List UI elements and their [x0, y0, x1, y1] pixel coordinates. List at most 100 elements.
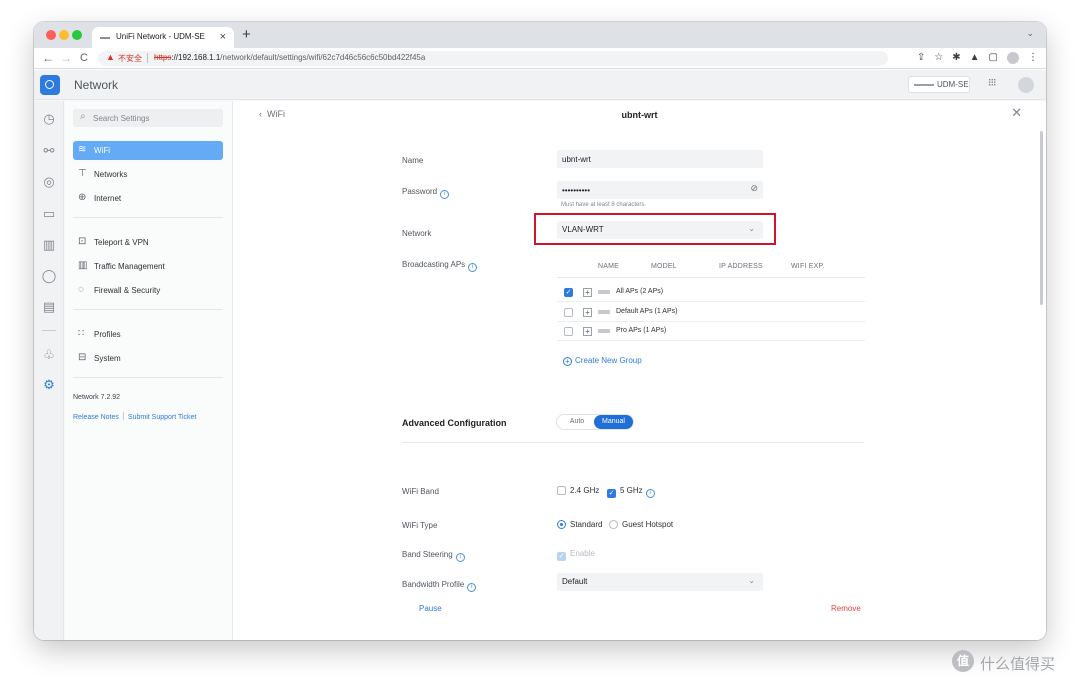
sidebar-item-traffic-management[interactable]: ▥ Traffic Management — [73, 257, 223, 276]
url-text: https://192.168.1.1/network/default/sett… — [154, 53, 425, 62]
support-ticket-link[interactable]: Submit Support Ticket — [128, 414, 196, 421]
table-header: NAME MODEL IP ADDRESS WIFI EXP. — [557, 256, 865, 278]
devices-icon[interactable]: ◎ — [41, 174, 57, 190]
sidebar-divider — [73, 217, 223, 218]
bandwidth-profile-select[interactable]: Default ⌄ — [557, 573, 763, 591]
clients-icon[interactable]: ▭ — [41, 206, 57, 222]
column-header-model[interactable]: MODEL — [651, 263, 677, 270]
logs-icon[interactable]: ▤ — [41, 299, 57, 315]
sidebar-item-label: Internet — [94, 194, 122, 203]
eye-slash-icon[interactable]: ⊘ — [750, 183, 758, 194]
sidebar-item-system[interactable]: ⊟ System — [73, 349, 223, 368]
app-rail: ◷ ⚯ ◎ ▭ ▥ ◯ ▤ ♧ ⚙ — [34, 101, 64, 640]
row-checkbox[interactable]: ✓ — [564, 288, 573, 297]
sidebar-item-networks[interactable]: ⊤ Networks — [73, 165, 223, 184]
table-row: + Default APs (1 APs) — [557, 303, 865, 322]
create-new-group-label: Create New Group — [575, 356, 642, 365]
column-header-wifi-exp[interactable]: WIFI EXP. — [791, 263, 825, 270]
advanced-mode-toggle: Auto Manual — [556, 414, 634, 430]
avatar[interactable] — [1018, 77, 1034, 93]
band-24-checkbox[interactable] — [557, 486, 566, 495]
settings-gear-icon[interactable]: ⚙ — [41, 377, 57, 393]
sidebar-divider — [73, 309, 223, 310]
type-guest-radio[interactable] — [609, 520, 618, 529]
insights-icon[interactable]: ◯ — [41, 268, 57, 284]
info-icon[interactable]: i — [645, 489, 655, 498]
maximize-window-button[interactable] — [72, 30, 82, 40]
wifi-type-label: WiFi Type — [402, 521, 438, 530]
unifi-logo-icon[interactable] — [40, 75, 60, 95]
minimize-window-button[interactable] — [59, 30, 69, 40]
type-guest-option[interactable]: Guest Hotspot — [609, 520, 673, 529]
url-field[interactable]: ▲ 不安全 https://192.168.1.1/network/defaul… — [98, 51, 888, 66]
expand-icon[interactable]: + — [583, 288, 592, 297]
forward-button[interactable]: → — [60, 51, 72, 65]
sidebar-item-firewall-security[interactable]: ◌ Firewall & Security — [73, 281, 223, 300]
sidebar-item-label: Profiles — [94, 330, 121, 339]
sidebar-item-teleport-vpn[interactable]: ⊡ Teleport & VPN — [73, 233, 223, 252]
type-standard-option[interactable]: Standard — [557, 520, 602, 529]
band-steering-checkbox[interactable]: ✓ — [557, 552, 566, 561]
column-header-ip-address[interactable]: IP ADDRESS — [719, 263, 763, 270]
row-checkbox[interactable] — [564, 308, 573, 317]
type-guest-label: Guest Hotspot — [622, 520, 674, 529]
mode-manual-button[interactable]: Manual — [594, 415, 633, 429]
tab-strip: UniFi Network - UDM-SE × + ⌄ — [34, 22, 1046, 48]
share-icon[interactable]: ⇪ — [917, 51, 925, 65]
settings-sidebar: ⌕ ≋ WiFi ⊤ Networks ⊕ Internet ⊡ Telepor… — [65, 101, 233, 640]
sidebar-item-wifi[interactable]: ≋ WiFi — [73, 141, 223, 160]
sidebar-divider — [73, 377, 223, 378]
band-steering-label-text: Band Steering — [402, 550, 453, 559]
band-5-option[interactable]: ✓ 5 GHz i — [607, 486, 655, 498]
close-window-button[interactable] — [46, 30, 56, 40]
dashboard-icon[interactable]: ◷ — [41, 111, 57, 127]
expand-icon[interactable]: + — [583, 308, 592, 317]
password-field[interactable] — [562, 184, 742, 196]
profile-icon[interactable] — [1007, 52, 1019, 64]
reload-button[interactable]: C — [80, 51, 88, 65]
column-header-name[interactable]: NAME — [598, 263, 619, 270]
pause-button[interactable]: Pause — [419, 604, 442, 613]
band-steering-option[interactable]: ✓ Enable — [557, 549, 595, 561]
browser-tab[interactable]: UniFi Network - UDM-SE × — [92, 27, 234, 48]
back-button[interactable]: ← — [42, 51, 54, 65]
name-field[interactable] — [562, 153, 742, 165]
more-menu-icon[interactable]: ⋮ — [1028, 51, 1038, 65]
band-24-option[interactable]: 2.4 GHz — [557, 486, 599, 495]
expand-icon[interactable]: + — [583, 327, 592, 336]
side-panel-icon[interactable]: ▢ — [989, 51, 998, 65]
type-standard-radio[interactable] — [557, 520, 566, 529]
extension-icon[interactable]: ✱ — [952, 51, 960, 65]
scrollbar[interactable] — [1040, 131, 1043, 305]
info-icon[interactable]: i — [440, 190, 450, 199]
device-name: UDM-SE — [937, 80, 969, 89]
close-icon[interactable]: ✕ — [1011, 106, 1022, 120]
info-icon[interactable]: i — [468, 263, 478, 272]
info-icon[interactable]: i — [467, 583, 477, 592]
access-point-icon — [598, 310, 610, 314]
flask-icon[interactable]: ▲ — [970, 51, 980, 65]
new-tab-button[interactable]: + — [242, 26, 251, 44]
bookmark-star-icon[interactable]: ☆ — [934, 51, 943, 65]
device-selector[interactable]: UDM-SE — [908, 76, 970, 93]
tab-search-icon[interactable]: ⌄ — [1026, 28, 1034, 39]
create-new-group-button[interactable]: + Create New Group — [563, 356, 642, 366]
row-checkbox[interactable] — [564, 327, 573, 336]
release-notes-link[interactable]: Release Notes — [73, 414, 119, 421]
info-icon[interactable]: i — [455, 553, 465, 562]
sidebar-item-profiles[interactable]: ∷ Profiles — [73, 325, 223, 344]
band-5-checkbox[interactable]: ✓ — [607, 489, 616, 498]
sidebar-item-label: Firewall & Security — [94, 286, 161, 295]
url-path: /network/default/settings/wifi/62c7d46c5… — [220, 53, 426, 62]
notifications-icon[interactable]: ♧ — [41, 347, 57, 363]
network-label: Network — [402, 229, 432, 238]
mode-auto-button[interactable]: Auto — [562, 415, 592, 429]
topology-icon[interactable]: ⚯ — [41, 143, 57, 159]
app-grid-icon[interactable]: ⁝⁝⁝ — [988, 77, 996, 89]
access-point-icon — [598, 329, 610, 333]
search-input[interactable] — [93, 111, 217, 125]
statistics-icon[interactable]: ▥ — [41, 237, 57, 253]
tab-close-icon[interactable]: × — [220, 30, 226, 44]
sidebar-item-internet[interactable]: ⊕ Internet — [73, 189, 223, 208]
remove-button[interactable]: Remove — [831, 604, 861, 613]
